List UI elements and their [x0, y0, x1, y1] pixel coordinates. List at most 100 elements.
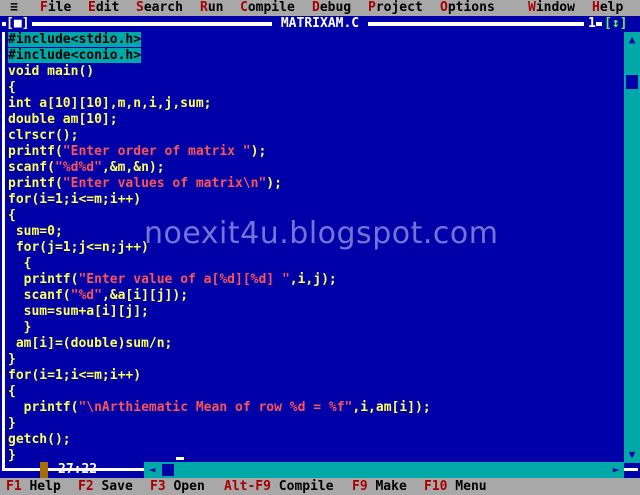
horizontal-scroll-thumb[interactable] — [162, 464, 174, 476]
code-token: ); — [250, 144, 267, 159]
preprocessor-directive: #include<conio.h> — [8, 48, 142, 63]
code-line[interactable]: sum=sum+a[i][j]; — [8, 304, 624, 320]
fkey-open-label: Open — [165, 479, 205, 494]
code-line[interactable]: #include<stdio.h> — [8, 32, 624, 48]
close-button[interactable]: [■] — [6, 16, 30, 32]
close-button-label: [■] — [6, 16, 30, 31]
code-line[interactable]: am[i]=(double)sum/n; — [8, 336, 624, 352]
menu-search[interactable]: Search — [136, 0, 183, 16]
menu-help-label: elp — [599, 0, 624, 15]
menu-search-label: earch — [143, 0, 183, 15]
zoom-icon: [↕] — [604, 16, 628, 31]
code-line[interactable]: scanf("%d",&a[i][j]); — [8, 288, 624, 304]
vertical-scrollbar[interactable]: ▲ ▼ — [624, 32, 640, 463]
scroll-right-icon[interactable]: ► — [608, 462, 624, 478]
vertical-scroll-thumb[interactable] — [626, 75, 638, 89]
code-line[interactable]: { — [8, 384, 624, 400]
code-token: for(j=1;j<=n;j++) — [8, 240, 149, 255]
title-line-left — [32, 22, 272, 26]
code-line[interactable]: { — [8, 80, 624, 96]
menu-window-hotkey: W — [528, 0, 536, 15]
fkey-save[interactable]: F2 Save — [78, 478, 133, 495]
fkey-compile[interactable]: Alt-F9 Compile — [224, 478, 334, 495]
string-literal: "\nArthiematic Mean of row %d = %f" — [78, 400, 353, 415]
code-line[interactable]: } — [8, 416, 624, 432]
fkey-menu-label: Menu — [447, 479, 487, 494]
scroll-left-icon[interactable]: ◄ — [144, 462, 160, 478]
menu-debug[interactable]: Debug — [312, 0, 351, 16]
menu-project[interactable]: Project — [368, 0, 423, 16]
fkey-make-key: F9 — [352, 479, 368, 494]
window-title-bar[interactable]: [■] MATRIXAM.C 1 [↕] — [0, 16, 640, 32]
menu-file-hotkey: F — [40, 0, 48, 15]
menu-project-label: roject — [375, 0, 423, 15]
fkey-save-key: F2 — [78, 479, 94, 494]
fkey-compile-label: Compile — [270, 479, 334, 494]
code-line[interactable]: } — [8, 352, 624, 368]
menu-window[interactable]: Window — [528, 0, 575, 16]
code-line[interactable]: #include<conio.h> — [8, 48, 624, 64]
code-token: void main() — [8, 64, 95, 79]
string-literal: "Enter order of matrix " — [62, 144, 251, 159]
code-token: sum=sum+a[i][j]; — [8, 304, 149, 319]
code-token: sum=0; — [8, 224, 63, 239]
menu-help-hotkey: H — [592, 0, 600, 15]
menu-help[interactable]: Help — [592, 0, 623, 16]
code-line[interactable]: int a[10][10],m,n,i,j,sum; — [8, 96, 624, 112]
menu-run-label: un — [207, 0, 224, 15]
menu-run[interactable]: Run — [200, 0, 223, 16]
title-line-mid — [596, 22, 602, 26]
fkey-help[interactable]: F1 Help — [6, 478, 61, 495]
code-line[interactable]: getch(); — [8, 432, 624, 448]
code-token: am[i]=(double)sum/n; — [8, 336, 173, 351]
fkey-open[interactable]: F3 Open — [150, 478, 205, 495]
code-line[interactable]: for(i=1;i<=m;i++) — [8, 192, 624, 208]
fkey-menu[interactable]: F10 Menu — [424, 478, 487, 495]
code-line[interactable]: printf("Enter order of matrix "); — [8, 144, 624, 160]
code-line[interactable]: void main() — [8, 64, 624, 80]
menu-bar: ≡ File Edit Search Run Compile Debug Pro… — [0, 0, 640, 16]
menu-file-label: ile — [47, 0, 72, 15]
code-line[interactable]: printf("\nArthiematic Mean of row %d = %… — [8, 400, 624, 416]
code-line[interactable]: double am[10]; — [8, 112, 624, 128]
menu-search-hotkey: S — [136, 0, 144, 15]
code-token: { — [8, 384, 16, 399]
menu-window-label: indow — [535, 0, 575, 15]
code-token: } — [8, 416, 16, 431]
fkey-make[interactable]: F9 Make — [352, 478, 407, 495]
fkey-menu-key: F10 — [424, 479, 448, 494]
code-token: ,i,j); — [289, 272, 337, 287]
scroll-up-icon[interactable]: ▲ — [624, 32, 640, 48]
code-token: ,i,am[i]); — [352, 400, 431, 415]
preprocessor-directive: #include<stdio.h> — [8, 32, 142, 47]
code-token: for(i=1;i<=m;i++) — [8, 368, 142, 383]
cursor-position: 27:22 — [58, 462, 98, 477]
zoom-button[interactable]: [↕] — [604, 16, 628, 32]
menu-compile[interactable]: Compile — [240, 0, 295, 16]
code-line[interactable]: printf("Enter values of matrix\n"); — [8, 176, 624, 192]
fkey-save-label: Save — [93, 479, 133, 494]
code-line[interactable]: clrscr(); — [8, 128, 624, 144]
menu-file[interactable]: File — [40, 0, 71, 16]
code-line[interactable]: } — [8, 320, 624, 336]
menu-edit-label: dit — [95, 0, 120, 15]
code-line[interactable]: for(i=1;i<=m;i++) — [8, 368, 624, 384]
text-cursor — [176, 457, 184, 460]
window-title: MATRIXAM.C — [272, 16, 368, 32]
menu-debug-label: ebug — [319, 0, 352, 15]
code-line[interactable]: scanf("%d%d",&m,&n); — [8, 160, 624, 176]
code-line[interactable]: printf("Enter value of a[%d][%d] ",i,j); — [8, 272, 624, 288]
menu-edit[interactable]: Edit — [88, 0, 119, 16]
string-literal: "Enter values of matrix\n" — [62, 176, 267, 191]
code-token: scanf( — [8, 288, 71, 303]
menu-run-hotkey: R — [200, 0, 208, 15]
code-line[interactable]: { — [8, 256, 624, 272]
menu-options[interactable]: Options — [440, 0, 495, 16]
menu-compile-label: ompile — [247, 0, 295, 15]
system-menu[interactable]: ≡ — [4, 0, 24, 16]
string-literal: "Enter value of a[%d][%d] " — [78, 272, 290, 287]
scroll-down-icon[interactable]: ▼ — [624, 447, 640, 463]
horizontal-scrollbar[interactable]: ◄ ► — [144, 462, 624, 478]
string-literal: "%d" — [70, 288, 102, 303]
string-literal: "%d%d" — [54, 160, 102, 175]
